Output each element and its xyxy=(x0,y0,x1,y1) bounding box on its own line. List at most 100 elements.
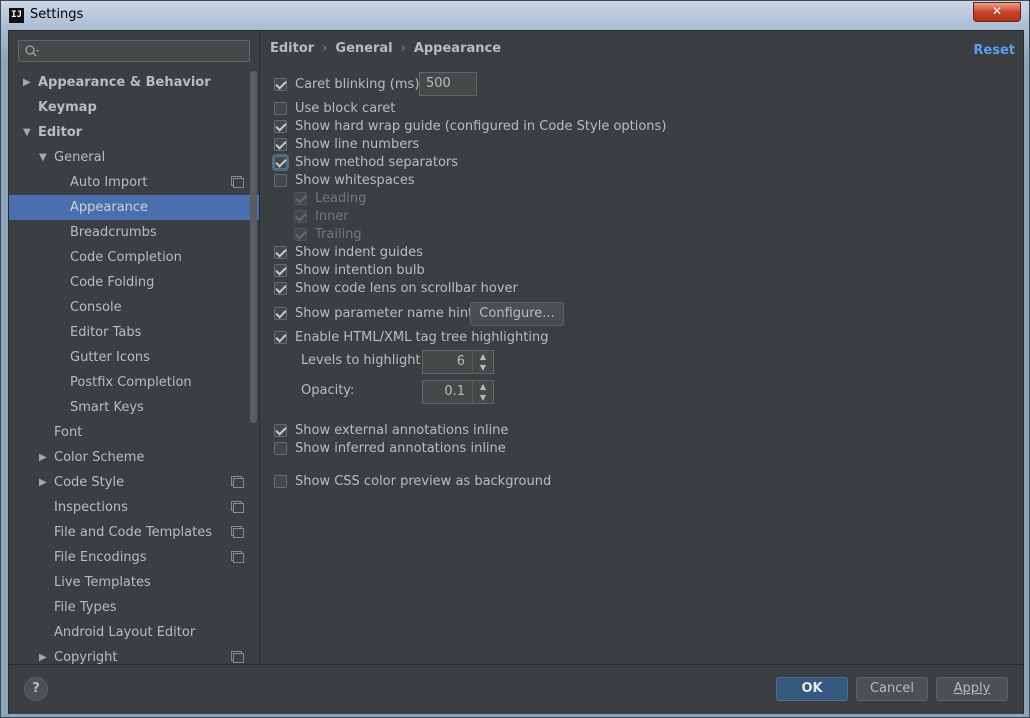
sidebar-item-android-layout-editor[interactable]: Android Layout Editor xyxy=(9,620,249,645)
spinner-down-icon[interactable]: ▼ xyxy=(473,362,493,373)
option-label: Show code lens on scrollbar hover xyxy=(295,281,518,296)
sidebar-item-color-scheme[interactable]: ▶ Color Scheme xyxy=(9,445,249,470)
sidebar-item-editor-tabs[interactable]: Editor Tabs xyxy=(9,320,249,345)
levels-value: 6 xyxy=(456,354,465,369)
sidebar-item-label: Auto Import xyxy=(70,175,148,190)
spinner-up-icon[interactable]: ▲ xyxy=(473,381,493,392)
sidebar-item-label: Gutter Icons xyxy=(70,350,150,365)
checkbox-checked[interactable] xyxy=(294,228,307,241)
settings-window: IJ Settings ✕ ▶ Appearance & Behavior Keym… xyxy=(0,0,1030,718)
checkbox-checked[interactable] xyxy=(274,424,287,437)
sidebar-item-code-completion[interactable]: Code Completion xyxy=(9,245,249,270)
sidebar-item-inspections[interactable]: Inspections xyxy=(9,495,249,520)
expanded-arrow-icon[interactable]: ▼ xyxy=(39,145,47,170)
sidebar-item-file-types[interactable]: File Types xyxy=(9,595,249,620)
help-button[interactable]: ? xyxy=(24,677,48,701)
sidebar-item-label: File and Code Templates xyxy=(54,525,212,540)
checkbox-checked[interactable] xyxy=(274,156,287,169)
option-label: Show line numbers xyxy=(295,137,420,152)
checkbox-checked[interactable] xyxy=(294,210,307,223)
levels-label-text: Levels to highlight: xyxy=(301,353,425,368)
spinner-arrows[interactable]: ▲ ▼ xyxy=(472,351,493,373)
sidebar-item-font[interactable]: Font xyxy=(9,420,249,445)
sidebar-item-breadcrumbs[interactable]: Breadcrumbs xyxy=(9,220,249,245)
breadcrumb: Editor › General › Appearance xyxy=(270,41,501,56)
sidebar-item-appearance-behavior[interactable]: ▶ Appearance & Behavior xyxy=(9,70,249,95)
checkbox-checked[interactable] xyxy=(294,192,307,205)
sidebar-item-general[interactable]: ▼ General xyxy=(9,145,249,170)
apply-button[interactable]: Apply xyxy=(936,677,1008,701)
spinner-arrows[interactable]: ▲ ▼ xyxy=(472,381,493,403)
sidebar-item-label: Editor Tabs xyxy=(70,325,142,340)
close-button[interactable]: ✕ xyxy=(973,2,1021,22)
checkbox-unchecked[interactable] xyxy=(274,174,287,187)
title-bar[interactable]: IJ Settings ✕ xyxy=(1,1,1029,30)
sidebar-item-label: Code Style xyxy=(54,475,125,490)
option-label: Show external annotations inline xyxy=(295,423,509,438)
sidebar-item-label: General xyxy=(54,150,106,165)
checkbox-checked[interactable] xyxy=(274,307,287,320)
checkbox-checked[interactable] xyxy=(274,78,287,91)
breadcrumb-general: General xyxy=(335,41,393,56)
sidebar-item-console[interactable]: Console xyxy=(9,295,249,320)
sidebar-item-file-and-code-templates[interactable]: File and Code Templates xyxy=(9,520,249,545)
sidebar-item-label: Android Layout Editor xyxy=(54,625,196,640)
levels-spinner[interactable]: 6 ▲ ▼ xyxy=(422,350,494,374)
collapsed-arrow-icon[interactable]: ▶ xyxy=(39,445,47,470)
sidebar-item-file-encodings[interactable]: File Encodings xyxy=(9,545,249,570)
breadcrumb-separator: › xyxy=(322,41,328,56)
sidebar-item-auto-import[interactable]: Auto Import xyxy=(9,170,249,195)
sidebar-item-label: Postfix Completion xyxy=(70,375,192,390)
ok-button[interactable]: OK xyxy=(776,677,848,701)
sidebar-item-keymap[interactable]: Keymap xyxy=(9,95,249,120)
sidebar-item-gutter-icons[interactable]: Gutter Icons xyxy=(9,345,249,370)
settings-sidebar: ▶ Appearance & Behavior Keymap ▼ Editor ▼ Gene… xyxy=(9,31,259,665)
option-label: Trailing xyxy=(315,227,362,242)
sidebar-item-live-templates[interactable]: Live Templates xyxy=(9,570,249,595)
option-label: Show intention bulb xyxy=(295,263,425,278)
option-label: Show CSS color preview as background xyxy=(295,474,552,489)
breadcrumb-editor: Editor xyxy=(270,41,315,56)
sidebar-scrollbar[interactable] xyxy=(250,71,257,423)
apply-label: Apply xyxy=(953,681,991,696)
sidebar-item-editor[interactable]: ▼ Editor xyxy=(9,120,249,145)
checkbox-unchecked[interactable] xyxy=(274,102,287,115)
spinner-down-icon[interactable]: ▼ xyxy=(473,392,493,403)
sidebar-item-code-folding[interactable]: Code Folding xyxy=(9,270,249,295)
opacity-label-text: Opacity: xyxy=(301,383,355,398)
checkbox-checked[interactable] xyxy=(274,331,287,344)
checkbox-checked[interactable] xyxy=(274,138,287,151)
dialog-body: ▶ Appearance & Behavior Keymap ▼ Editor ▼ Gene… xyxy=(8,30,1024,714)
collapsed-arrow-icon[interactable]: ▶ xyxy=(39,470,47,495)
checkbox-checked[interactable] xyxy=(274,282,287,295)
cancel-button[interactable]: Cancel xyxy=(856,677,928,701)
sidebar-item-label: Color Scheme xyxy=(54,450,145,465)
option-label: Leading xyxy=(315,191,367,206)
checkbox-checked[interactable] xyxy=(274,246,287,259)
opacity-spinner[interactable]: 0.1 ▲ ▼ xyxy=(422,380,494,404)
sidebar-item-label: Appearance xyxy=(70,200,149,215)
checkbox-unchecked[interactable] xyxy=(274,442,287,455)
settings-search-input[interactable] xyxy=(18,40,250,62)
appearance-panel: Editor › General › Appearance Reset Caret bl… xyxy=(260,31,1023,664)
checkbox-unchecked[interactable] xyxy=(274,475,287,488)
sidebar-item-label: Breadcrumbs xyxy=(70,225,157,240)
sidebar-item-appearance[interactable]: Appearance xyxy=(9,195,259,220)
search-icon xyxy=(25,45,39,57)
checkbox-checked[interactable] xyxy=(274,264,287,277)
sidebar-item-postfix-completion[interactable]: Postfix Completion xyxy=(9,370,249,395)
checkbox-checked[interactable] xyxy=(274,120,287,133)
sidebar-item-label: Editor xyxy=(38,125,83,140)
reset-link[interactable]: Reset xyxy=(973,43,1015,58)
caret-blinking-input[interactable]: 500 xyxy=(419,72,477,96)
opacity-label: Opacity: xyxy=(301,382,354,400)
sidebar-item-smart-keys[interactable]: Smart Keys xyxy=(9,395,249,420)
configure-button[interactable]: Configure... xyxy=(470,302,564,326)
spinner-up-icon[interactable]: ▲ xyxy=(473,351,493,362)
sidebar-item-label: Smart Keys xyxy=(70,400,144,415)
expanded-arrow-icon[interactable]: ▼ xyxy=(23,120,31,145)
option-label: Show parameter name hints xyxy=(295,306,480,321)
sidebar-item-code-style[interactable]: ▶ Code Style xyxy=(9,470,249,495)
collapsed-arrow-icon[interactable]: ▶ xyxy=(23,70,31,95)
option-label: Show method separators xyxy=(295,155,459,170)
